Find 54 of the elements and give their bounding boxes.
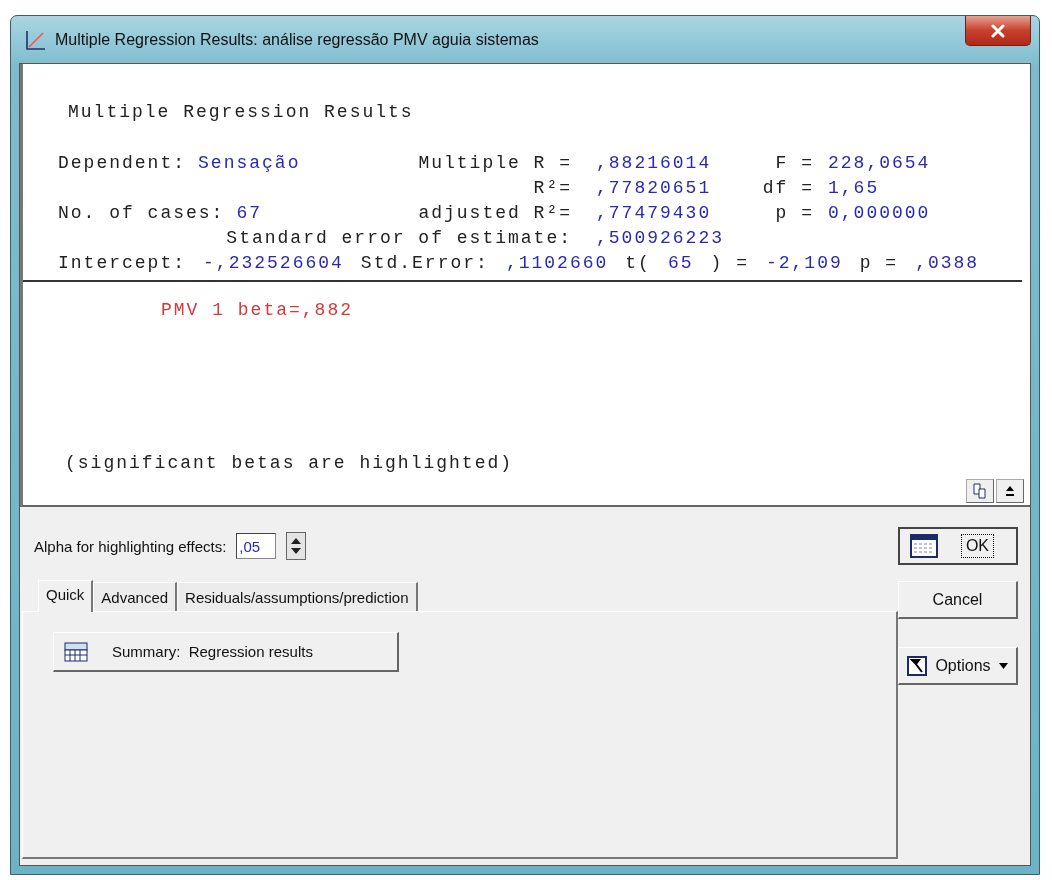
up-arrow-icon [1005,485,1015,497]
table-icon [64,641,88,662]
stat-value: 228,0654 [827,152,932,173]
stat-value: 67 [236,202,263,223]
stat-value: -,232526604 [203,253,344,273]
stat-label: Multiple R = [417,152,572,173]
stat-label: Std.Error: [360,253,489,273]
beta-text: PMV 1 beta=,882 [161,300,354,320]
tab[interactable]: Advanced [93,582,178,611]
stat-value: ,0388 [915,253,980,273]
tab[interactable]: Residuals/assumptions/prediction [177,582,418,611]
stat-value: Sensação [198,152,301,173]
close-button[interactable] [965,16,1031,46]
stat-label: df = [762,177,814,198]
stat-label: No. of cases: [58,202,225,223]
footnote-text: (significant betas are highlighted) [65,453,514,473]
copy-button[interactable] [966,479,994,503]
alpha-label: Alpha for highlighting effects: [34,537,227,555]
dropdown-caret-icon [998,662,1008,669]
chart-line-icon [25,28,47,51]
stat-value: 0,000000 [827,202,932,223]
alpha-field[interactable]: ,05 [236,533,277,559]
stat-value: ,77820651 [595,177,713,198]
stat-label: p = [774,202,814,223]
spin-buttons[interactable] [286,532,307,560]
tab[interactable]: Quick [38,580,94,612]
close-icon [990,23,1006,38]
stat-value: 1,65 [827,177,881,198]
stat-label: Intercept: [58,253,187,273]
collapse-button[interactable] [996,479,1024,503]
stat-value: 65 [667,253,694,273]
stat-label: p = [859,253,899,273]
spin-up-icon [291,538,302,544]
stat-label: R²= [532,177,572,198]
stat-value: ,88216014 [595,152,713,173]
stat-label: adjusted R²= [417,202,572,223]
stat-value: ,500926223 [595,227,726,248]
options-button[interactable]: Options [898,647,1018,685]
ok-button[interactable]: OK [898,527,1018,565]
stat-label: ) = [710,253,749,273]
stat-label: t( [625,253,651,273]
spin-down-icon [291,548,302,554]
stat-value: ,1102660 [505,253,609,273]
cancel-button[interactable]: Cancel [898,581,1018,619]
table-icon [910,534,938,558]
stat-label: F = [774,152,814,173]
stat-label: Standard error of estimate: [225,227,572,248]
window-title: Multiple Regression Results: análise regressão PMV aguia sistemas [55,30,539,49]
summary-button[interactable]: Summary: Regression results [53,632,399,672]
stat-value: ,77479430 [595,202,713,223]
stat-label: Dependent: [58,152,187,173]
results-heading: Multiple Regression Results [68,102,415,122]
copy-icon [972,483,988,499]
stat-value: -2,109 [765,253,843,273]
